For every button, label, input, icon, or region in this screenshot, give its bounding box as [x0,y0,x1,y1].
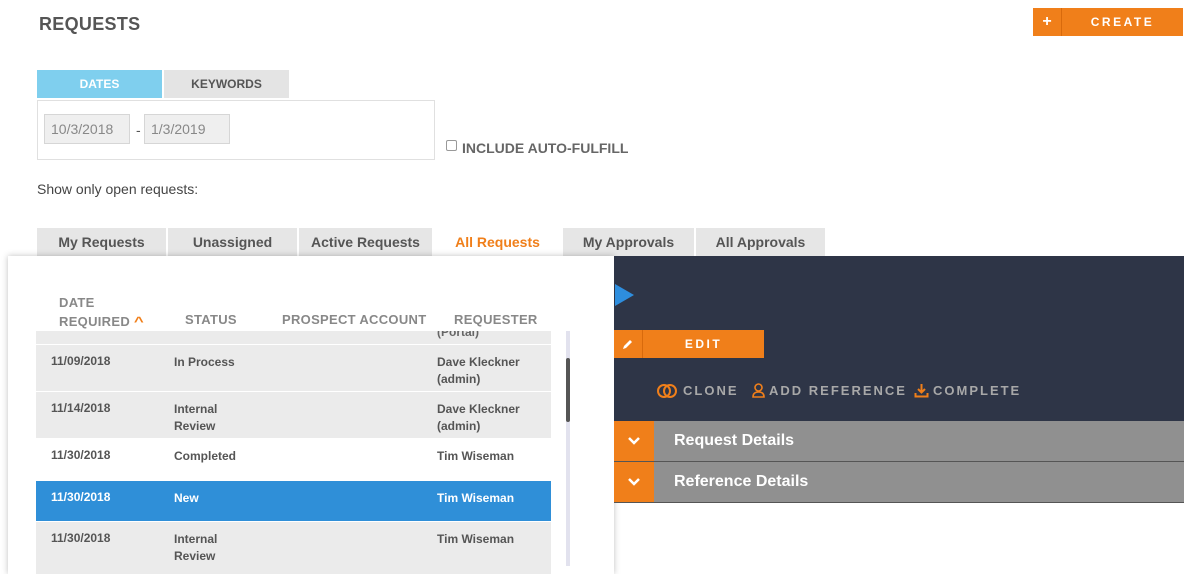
date-from-input[interactable] [44,114,130,144]
accordion-title: Request Details [674,432,795,449]
scrollbar-thumb[interactable] [566,358,570,422]
column-header-requester[interactable]: REQUESTER [454,312,538,327]
date-cell: 11/30/2018 [51,490,111,504]
add-reference-button[interactable]: ADD REFERENCE [752,383,907,398]
tab-dates[interactable]: DATES [37,70,162,98]
edit-button-label: EDIT [643,330,764,358]
status-cell: In Process [174,355,235,369]
create-button-label: CREATE [1062,8,1183,36]
status-cell: Internal Review [174,402,218,433]
column-header-date-line2: REQUIRED [59,314,131,329]
request-tabs: My Requests Unassigned Active Requests A… [37,228,827,256]
complete-label: COMPLETE [933,383,1022,398]
show-open-requests-label: Show only open requests: [37,181,199,197]
accordion-request-details[interactable]: Request Details [614,421,1184,462]
create-button[interactable]: + CREATE [1033,8,1183,36]
accordion-title: Reference Details [674,473,809,490]
date-cell: 11/30/2018 [51,531,111,545]
date-cell: 11/30/2018 [51,448,111,462]
date-cell: 11/09/2018 [51,354,111,368]
include-auto-fulfill-checkbox[interactable] [446,140,457,151]
table-row[interactable]: 11/30/2018 Internal Review Tim Wiseman [36,522,551,574]
add-reference-label: ADD REFERENCE [769,383,907,398]
clone-label: CLONE [683,383,739,398]
tab-my-requests[interactable]: My Requests [37,228,166,256]
column-header-prospect-account[interactable]: PROSPECT ACCOUNT [282,312,426,327]
clone-button[interactable]: CLONE [657,383,739,398]
requester-cell: Tim Wiseman [437,449,515,463]
tab-active-requests[interactable]: Active Requests [299,228,432,256]
requester-cell: Dave Kleckner (admin) [437,355,520,386]
page-title: REQUESTS [39,14,141,34]
table-row[interactable]: 11/30/2018 Completed Tim Wiseman [36,439,551,480]
tab-keywords[interactable]: KEYWORDS [164,70,289,98]
requester-cell: (Portal) [437,331,479,339]
table-row-partial[interactable]: (Portal) [36,331,551,344]
pencil-icon [614,330,642,358]
include-auto-fulfill-label: INCLUDE AUTO-FULFILL [462,140,629,156]
tab-all-approvals[interactable]: All Approvals [696,228,825,256]
requester-cell: Tim Wiseman [437,532,515,546]
column-header-date-line1: DATE [59,295,95,310]
complete-button[interactable]: COMPLETE [914,383,1021,398]
chevron-down-icon [614,462,654,502]
status-cell: Completed [174,449,237,463]
status-cell: New [174,491,199,505]
sort-ascending-icon: ^ [133,314,145,329]
table-row[interactable]: 11/09/2018 In Process Dave Kleckner (admi… [36,345,551,392]
column-header-status[interactable]: STATUS [185,312,237,327]
requester-cell: Dave Kleckner (admin) [437,402,520,433]
column-header-date-required[interactable]: DATE REQUIRED ^ [59,293,145,331]
date-to-input[interactable] [144,114,230,144]
plus-icon: + [1033,8,1061,36]
date-separator: - [136,122,141,138]
person-icon [752,383,765,398]
edit-button[interactable]: EDIT [614,330,764,358]
tab-unassigned[interactable]: Unassigned [168,228,297,256]
table-row[interactable]: 11/14/2018 Internal Review Dave Kleckner(… [36,392,551,439]
tab-all-requests[interactable]: All Requests [434,228,561,256]
date-cell: 11/14/2018 [51,401,111,415]
chevron-down-icon [614,421,654,461]
table-row-selected[interactable]: 11/30/2018 New Tim Wiseman [36,481,551,521]
download-icon [914,384,929,398]
request-table-body: (Portal) 11/09/2018 In Process Dave Klec… [36,331,551,574]
status-cell: Internal Review [174,532,218,563]
accordion-reference-details[interactable]: Reference Details [614,462,1184,503]
requester-cell: Tim Wiseman [437,491,515,505]
expand-arrow-icon[interactable] [615,284,634,306]
clone-icon [657,383,677,398]
tab-my-approvals[interactable]: My Approvals [563,228,694,256]
